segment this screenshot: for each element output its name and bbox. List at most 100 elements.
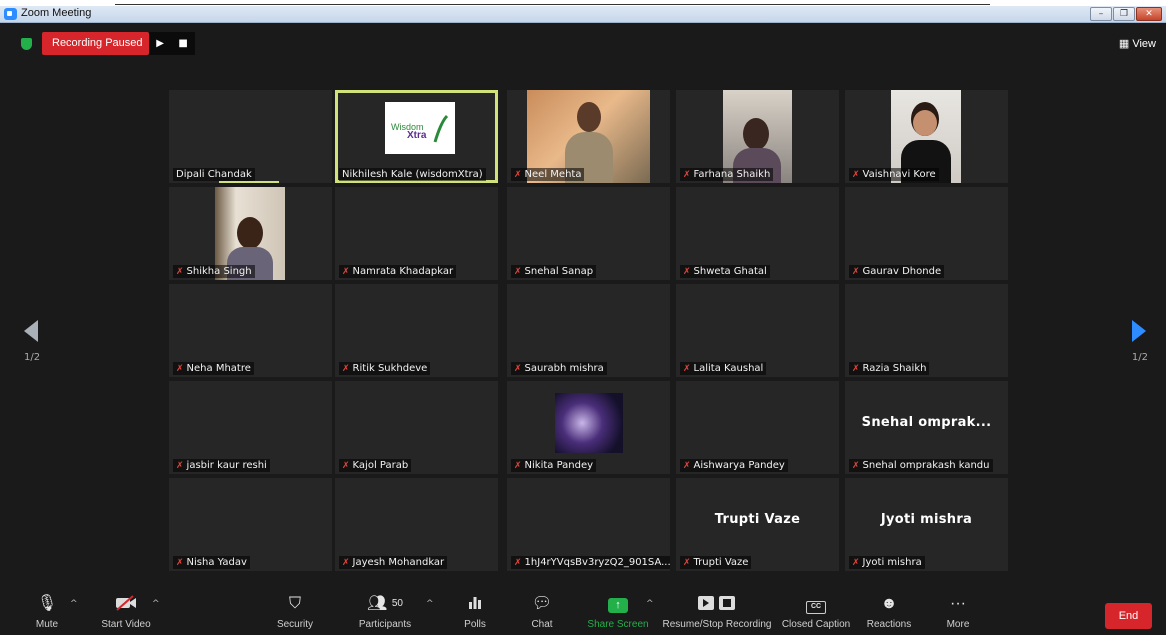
title-bar: Zoom Meeting – ❐ ✕: [0, 6, 1166, 23]
participant-tile[interactable]: ✗ Saurabh mishra: [507, 284, 670, 377]
name-text: Nikhilesh Kale (wisdomXtra): [342, 169, 483, 180]
audio-options-chevron-icon[interactable]: ^: [70, 599, 78, 609]
participant-tile[interactable]: ✗ Neel Mehta: [507, 90, 670, 183]
reactions-button[interactable]: ☻ Reactions: [866, 595, 912, 630]
mute-label: Mute: [35, 619, 59, 630]
muted-mic-icon: ✗: [514, 170, 522, 180]
chat-label: Chat: [531, 619, 553, 630]
encryption-shield-icon[interactable]: [21, 38, 32, 50]
wisdomxtra-logo: Wisdom Xtra: [385, 102, 455, 154]
view-label: View: [1132, 38, 1156, 50]
participants-label: Participants: [358, 619, 412, 630]
name-text: Ritik Sukhdeve: [352, 363, 428, 374]
participant-tile[interactable]: ✗ 1hJ4rYVqsBv3ryzQ2_901SA...: [507, 478, 670, 571]
participant-name: ✗ Ritik Sukhdeve: [339, 362, 431, 375]
mute-button[interactable]: 🎙︎ Mute: [30, 595, 64, 630]
participant-tile[interactable]: ✗ Namrata Khadapkar: [335, 187, 498, 280]
participant-name: ✗ Shikha Singh: [173, 265, 255, 278]
window-controls: – ❐ ✕: [1090, 7, 1162, 21]
next-page-arrow-icon[interactable]: [1132, 320, 1146, 342]
previous-page-arrow-icon[interactable]: [24, 320, 38, 342]
participant-tile[interactable]: Trupti Vaze ✗ Trupti Vaze: [676, 478, 839, 571]
participant-tile[interactable]: ✗ Gaurav Dhonde: [845, 187, 1008, 280]
reactions-smiley-icon: ☻: [880, 595, 898, 612]
participant-tile[interactable]: ✗ Shweta Ghatal: [676, 187, 839, 280]
resume-stop-recording-button[interactable]: Resume/Stop Recording: [660, 595, 774, 630]
name-text: Aishwarya Pandey: [693, 460, 785, 471]
name-text: Dipali Chandak: [176, 169, 252, 180]
participant-tile[interactable]: ✗ Lalita Kaushal: [676, 284, 839, 377]
participant-tile[interactable]: ✗ Nikita Pandey: [507, 381, 670, 474]
reactions-label: Reactions: [866, 619, 912, 630]
meeting-toolbar: 🎙︎ Mute ^ Start Video ^ ⛉ Security 👥︎ 50…: [0, 589, 1166, 635]
participant-tile[interactable]: ✗ Kajol Parab: [335, 381, 498, 474]
page-indicator-left: 1/2: [24, 352, 41, 363]
name-text: Nikita Pandey: [524, 460, 594, 471]
participant-name: ✗ Farhana Shaikh: [680, 168, 774, 181]
participant-tile[interactable]: Snehal omprak... ✗ Snehal omprakash kandu: [845, 381, 1008, 474]
cc-icon-text: CC: [806, 601, 826, 614]
participant-tile-active[interactable]: Wisdom Xtra Nikhilesh Kale (wisdomXtra): [335, 90, 498, 183]
closed-caption-button[interactable]: CC Closed Caption: [780, 595, 852, 630]
muted-mic-icon: ✗: [176, 267, 184, 277]
participant-name: ✗ Jyoti mishra: [849, 556, 925, 569]
minimize-button[interactable]: –: [1090, 7, 1112, 21]
name-text: Trupti Vaze: [693, 557, 749, 568]
muted-mic-icon: ✗: [342, 364, 350, 374]
participant-name: Nikhilesh Kale (wisdomXtra): [339, 168, 486, 181]
participant-name: ✗ Namrata Khadapkar: [339, 265, 457, 278]
muted-mic-icon: ✗: [852, 461, 860, 471]
share-screen-button[interactable]: ↑ Share Screen: [586, 595, 650, 630]
stop-recording-icon[interactable]: ■: [178, 38, 187, 49]
more-button[interactable]: ··· More: [944, 595, 972, 630]
participants-count: 50: [391, 598, 403, 609]
participants-button[interactable]: 👥︎ 50 Participants: [355, 595, 415, 630]
participant-tile[interactable]: ✗ Jayesh Mohandkar: [335, 478, 498, 571]
participant-name: ✗ Shweta Ghatal: [680, 265, 770, 278]
participant-tile[interactable]: Jyoti mishra ✗ Jyoti mishra: [845, 478, 1008, 571]
name-text: Saurabh mishra: [524, 363, 604, 374]
participant-tile[interactable]: ✗ Vaishnavi Kore: [845, 90, 1008, 183]
end-meeting-button[interactable]: End: [1105, 603, 1152, 629]
participant-name: ✗ Trupti Vaze: [680, 556, 752, 569]
participant-tile[interactable]: ✗ Snehal Sanap: [507, 187, 670, 280]
participant-name: ✗ Aishwarya Pandey: [680, 459, 788, 472]
recording-status-badge: Recording Paused: [42, 32, 149, 55]
participant-name: ✗ Snehal Sanap: [511, 265, 597, 278]
muted-mic-icon: ✗: [683, 558, 691, 568]
start-video-button[interactable]: Start Video: [98, 595, 154, 630]
share-options-chevron-icon[interactable]: ^: [646, 599, 654, 609]
participant-name: ✗ Neha Mhatre: [173, 362, 254, 375]
polls-button[interactable]: Polls: [462, 595, 488, 630]
participant-tile[interactable]: ✗ Nisha Yadav: [169, 478, 332, 571]
participant-tile[interactable]: ✗ Shikha Singh: [169, 187, 332, 280]
polls-label: Polls: [464, 619, 486, 630]
close-button[interactable]: ✕: [1136, 7, 1162, 21]
name-text: Snehal omprakash kandu: [862, 460, 990, 471]
resume-recording-icon[interactable]: ▶: [156, 38, 164, 49]
video-options-chevron-icon[interactable]: ^: [152, 599, 160, 609]
view-button[interactable]: ▦ View: [1119, 37, 1156, 50]
muted-mic-icon: ✗: [514, 461, 522, 471]
participant-tile[interactable]: ✗ Farhana Shaikh: [676, 90, 839, 183]
muted-mic-icon: ✗: [683, 267, 691, 277]
participant-name: ✗ Lalita Kaushal: [680, 362, 767, 375]
maximize-button[interactable]: ❐: [1113, 7, 1135, 21]
participant-tile[interactable]: ✗ Neha Mhatre: [169, 284, 332, 377]
participant-tile[interactable]: ✗ Ritik Sukhdeve: [335, 284, 498, 377]
name-text: Neha Mhatre: [186, 363, 251, 374]
muted-mic-icon: ✗: [514, 558, 522, 568]
participant-display-name: Snehal omprak...: [861, 415, 992, 430]
participants-options-chevron-icon[interactable]: ^: [426, 599, 434, 609]
name-text: Lalita Kaushal: [693, 363, 764, 374]
participant-tile[interactable]: Dipali Chandak: [169, 90, 332, 183]
name-text: Neel Mehta: [524, 169, 582, 180]
chat-button[interactable]: 💬︎ Chat: [528, 595, 556, 630]
participant-tile[interactable]: ✗ Aishwarya Pandey: [676, 381, 839, 474]
muted-mic-icon: ✗: [683, 364, 691, 374]
security-button[interactable]: ⛉ Security: [275, 595, 315, 630]
participant-tile[interactable]: ✗ jasbir kaur reshi: [169, 381, 332, 474]
grid-view-icon: ▦: [1118, 38, 1130, 50]
participant-name: ✗ 1hJ4rYVqsBv3ryzQ2_901SA...: [511, 556, 670, 569]
participant-tile[interactable]: ✗ Razia Shaikh: [845, 284, 1008, 377]
